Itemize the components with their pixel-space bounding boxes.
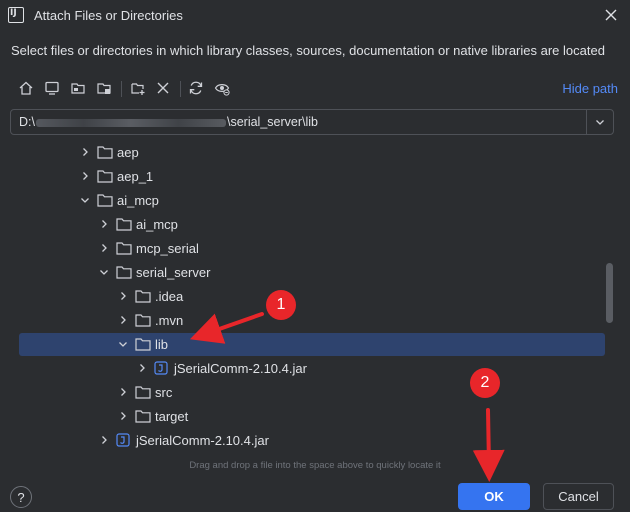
intellij-logo-icon: IJ <box>8 7 24 23</box>
refresh-icon <box>189 81 203 95</box>
path-redacted-segment <box>35 118 226 127</box>
project-icon <box>71 83 85 94</box>
folder-icon <box>135 314 151 327</box>
tree-item-label: jSerialComm-2.10.4.jar <box>174 361 307 376</box>
file-tree[interactable]: aep aep_1 ai_mcp ai_mcp mcp_serial serial_ser… <box>10 140 614 454</box>
tree-row[interactable]: ai_mcp <box>10 213 606 236</box>
path-suffix: \serial_server\lib <box>226 115 318 129</box>
folder-icon <box>116 242 132 255</box>
chevron-right-icon[interactable] <box>80 147 90 157</box>
tree-row[interactable]: mcp_serial <box>10 237 606 260</box>
tree-row[interactable]: jSerialComm-2.10.4.jar <box>10 429 606 452</box>
new-folder-button[interactable] <box>128 78 148 98</box>
tree-item-label: ai_mcp <box>117 193 159 208</box>
jar-file-icon <box>116 433 130 447</box>
annotation-badge-1: 1 <box>266 290 296 320</box>
tree-row[interactable]: ai_mcp <box>10 189 606 212</box>
desktop-button[interactable] <box>42 78 62 98</box>
chevron-down-icon <box>596 120 604 125</box>
chevron-right-icon[interactable] <box>80 171 90 181</box>
annotation-badge-2: 2 <box>470 368 500 398</box>
tree-item-label: src <box>155 385 173 400</box>
folder-icon <box>97 194 113 207</box>
chevron-right-icon[interactable] <box>137 363 147 373</box>
path-input[interactable]: D:\ \serial_server\lib <box>10 109 614 135</box>
tree-item-label: target <box>155 409 189 424</box>
help-button[interactable]: ? <box>10 486 32 508</box>
tree-item-label: aep <box>117 145 139 160</box>
dialog-description: Select files or directories in which lib… <box>11 43 605 58</box>
path-history-dropdown[interactable] <box>586 110 613 134</box>
tree-row[interactable]: lib <box>19 333 605 356</box>
new-folder-icon <box>131 83 145 95</box>
folder-icon <box>135 338 151 351</box>
home-button[interactable] <box>16 78 36 98</box>
tree-item-label: jSerialComm-2.10.4.jar <box>136 433 269 448</box>
module-icon <box>97 83 111 94</box>
tree-row[interactable]: .mvn <box>10 309 606 332</box>
tree-item-label: ai_mcp <box>136 217 178 232</box>
folder-icon <box>97 170 113 183</box>
toolbar: Hide path <box>10 76 622 102</box>
delete-icon <box>157 82 169 94</box>
folder-icon <box>135 290 151 303</box>
tree-item-label: lib <box>155 337 169 352</box>
tree-row[interactable]: target <box>10 405 606 428</box>
chevron-right-icon[interactable] <box>99 243 109 253</box>
toolbar-separator <box>121 81 122 97</box>
tree-row[interactable]: aep <box>10 141 606 164</box>
tree-item-label: .mvn <box>155 313 184 328</box>
toolbar-separator <box>180 81 181 97</box>
cancel-button[interactable]: Cancel <box>543 483 614 510</box>
show-hidden-icon <box>214 84 230 96</box>
module-button[interactable] <box>94 78 114 98</box>
refresh-button[interactable] <box>186 78 206 98</box>
jar-file-icon <box>154 361 168 375</box>
chevron-down-icon[interactable] <box>99 267 109 277</box>
chevron-down-icon[interactable] <box>80 195 90 205</box>
tree-row[interactable]: serial_server <box>10 261 606 284</box>
folder-icon <box>97 146 113 159</box>
folder-icon <box>135 410 151 423</box>
path-text: D:\ \serial_server\lib <box>19 115 318 129</box>
project-button[interactable] <box>68 78 88 98</box>
hide-path-link[interactable]: Hide path <box>562 81 618 96</box>
delete-button[interactable] <box>153 78 173 98</box>
tree-row[interactable]: jSerialComm-2.10.4.jar <box>10 357 606 380</box>
desktop-icon <box>45 81 59 95</box>
title-bar: IJ Attach Files or Directories <box>0 0 630 32</box>
logo-text: IJ <box>10 8 17 18</box>
chevron-right-icon[interactable] <box>118 411 128 421</box>
tree-item-label: .idea <box>155 289 184 304</box>
folder-icon <box>116 266 132 279</box>
chevron-right-icon[interactable] <box>99 435 109 445</box>
window-title: Attach Files or Directories <box>34 8 183 23</box>
tree-row[interactable]: src <box>10 381 606 404</box>
tree-row[interactable]: .idea <box>10 285 606 308</box>
path-prefix: D:\ <box>19 115 35 129</box>
chevron-right-icon[interactable] <box>118 387 128 397</box>
ok-button[interactable]: OK <box>458 483 530 510</box>
tree-row[interactable]: aep_1 <box>10 165 606 188</box>
chevron-right-icon[interactable] <box>99 219 109 229</box>
folder-icon <box>116 218 132 231</box>
tree-item-label: serial_server <box>136 265 211 280</box>
tree-scrollbar[interactable] <box>606 263 613 323</box>
show-hidden-button[interactable] <box>212 78 232 98</box>
tree-item-label: mcp_serial <box>136 241 199 256</box>
folder-icon <box>135 386 151 399</box>
drag-drop-hint: Drag and drop a file into the space abov… <box>189 460 441 471</box>
home-icon <box>19 81 33 95</box>
close-icon[interactable] <box>602 6 620 24</box>
chevron-down-icon[interactable] <box>118 339 128 349</box>
chevron-right-icon[interactable] <box>118 291 128 301</box>
tree-item-label: aep_1 <box>117 169 154 184</box>
chevron-right-icon[interactable] <box>118 315 128 325</box>
